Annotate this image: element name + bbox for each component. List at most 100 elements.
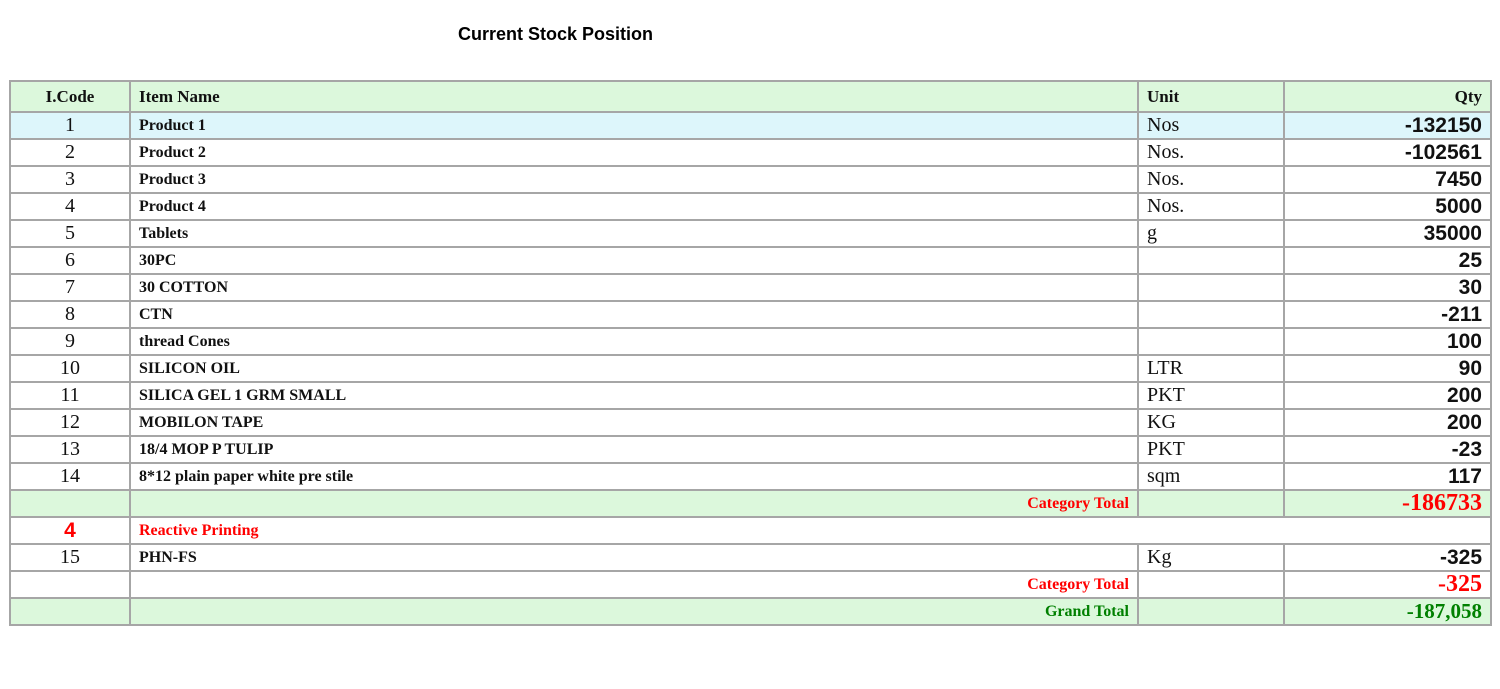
item-name: 18/4 MOP P TULIP xyxy=(129,435,1139,464)
category-total-label: Category Total xyxy=(129,570,1139,599)
item-code: 4 xyxy=(9,192,131,221)
item-qty: -102561 xyxy=(1283,138,1492,167)
item-code: 14 xyxy=(9,462,131,491)
table-row[interactable]: 8 CTN -211 xyxy=(9,300,1492,329)
category-total-value: -325 xyxy=(1283,570,1492,599)
table-row[interactable]: 9 thread Cones 100 xyxy=(9,327,1492,356)
category-code: 4 xyxy=(9,516,131,545)
item-name: MOBILON TAPE xyxy=(129,408,1139,437)
item-code: 12 xyxy=(9,408,131,437)
item-unit xyxy=(1137,246,1285,275)
stock-table: I.Code Item Name Unit Qty 1 Product 1 No… xyxy=(9,80,1492,626)
item-unit xyxy=(1137,327,1285,356)
table-row[interactable]: 7 30 COTTON 30 xyxy=(9,273,1492,302)
grand-total-row: Grand Total -187,058 xyxy=(9,597,1492,626)
category-header-row: 4 Reactive Printing xyxy=(9,516,1492,545)
column-header-code: I.Code xyxy=(9,80,131,113)
item-qty: -325 xyxy=(1283,543,1492,572)
item-name: SILICA GEL 1 GRM SMALL xyxy=(129,381,1139,410)
table-row[interactable]: 10 SILICON OIL LTR 90 xyxy=(9,354,1492,383)
item-qty: 100 xyxy=(1283,327,1492,356)
item-unit: PKT xyxy=(1137,435,1285,464)
item-name: 8*12 plain paper white pre stile xyxy=(129,462,1139,491)
item-code: 15 xyxy=(9,543,131,572)
item-qty: 200 xyxy=(1283,408,1492,437)
item-name: Product 3 xyxy=(129,165,1139,194)
category-total-value: -186733 xyxy=(1283,489,1492,518)
item-qty: 90 xyxy=(1283,354,1492,383)
table-row[interactable]: 15 PHN-FS Kg -325 xyxy=(9,543,1492,572)
item-code: 13 xyxy=(9,435,131,464)
item-unit: KG xyxy=(1137,408,1285,437)
item-unit: Nos xyxy=(1137,111,1285,140)
item-name: thread Cones xyxy=(129,327,1139,356)
item-qty: 117 xyxy=(1283,462,1492,491)
category-name: Reactive Printing xyxy=(129,516,1492,545)
column-header-qty: Qty xyxy=(1283,80,1492,113)
item-qty: -23 xyxy=(1283,435,1492,464)
item-name: Product 4 xyxy=(129,192,1139,221)
empty-cell xyxy=(1137,570,1285,599)
table-row[interactable]: 13 18/4 MOP P TULIP PKT -23 xyxy=(9,435,1492,464)
item-qty: 35000 xyxy=(1283,219,1492,248)
item-name: 30 COTTON xyxy=(129,273,1139,302)
item-unit: Nos. xyxy=(1137,165,1285,194)
item-code: 9 xyxy=(9,327,131,356)
item-unit: LTR xyxy=(1137,354,1285,383)
item-qty: 5000 xyxy=(1283,192,1492,221)
table-row[interactable]: 2 Product 2 Nos. -102561 xyxy=(9,138,1492,167)
item-name: 30PC xyxy=(129,246,1139,275)
item-unit: sqm xyxy=(1137,462,1285,491)
item-qty: -211 xyxy=(1283,300,1492,329)
table-row[interactable]: 6 30PC 25 xyxy=(9,246,1492,275)
table-row[interactable]: 12 MOBILON TAPE KG 200 xyxy=(9,408,1492,437)
table-row[interactable]: 3 Product 3 Nos. 7450 xyxy=(9,165,1492,194)
table-row[interactable]: 14 8*12 plain paper white pre stile sqm … xyxy=(9,462,1492,491)
item-code: 8 xyxy=(9,300,131,329)
item-unit xyxy=(1137,273,1285,302)
item-unit xyxy=(1137,300,1285,329)
item-code: 3 xyxy=(9,165,131,194)
item-code: 11 xyxy=(9,381,131,410)
item-name: CTN xyxy=(129,300,1139,329)
table-header-row: I.Code Item Name Unit Qty xyxy=(9,80,1492,113)
item-code: 5 xyxy=(9,219,131,248)
category-total-row: Category Total -186733 xyxy=(9,489,1492,518)
table-row[interactable]: 4 Product 4 Nos. 5000 xyxy=(9,192,1492,221)
item-code: 7 xyxy=(9,273,131,302)
item-name: SILICON OIL xyxy=(129,354,1139,383)
column-header-unit: Unit xyxy=(1137,80,1285,113)
empty-cell xyxy=(9,489,131,518)
table-row[interactable]: 11 SILICA GEL 1 GRM SMALL PKT 200 xyxy=(9,381,1492,410)
table-row[interactable]: 5 Tablets g 35000 xyxy=(9,219,1492,248)
item-unit: g xyxy=(1137,219,1285,248)
item-unit: Kg xyxy=(1137,543,1285,572)
item-unit: Nos. xyxy=(1137,192,1285,221)
item-code: 6 xyxy=(9,246,131,275)
item-qty: 200 xyxy=(1283,381,1492,410)
empty-cell xyxy=(1137,597,1285,626)
item-name: Product 2 xyxy=(129,138,1139,167)
item-qty: -132150 xyxy=(1283,111,1492,140)
item-unit: Nos. xyxy=(1137,138,1285,167)
item-code: 2 xyxy=(9,138,131,167)
grand-total-value: -187,058 xyxy=(1283,597,1492,626)
table-row[interactable]: 1 Product 1 Nos -132150 xyxy=(9,111,1492,140)
column-header-name: Item Name xyxy=(129,80,1139,113)
item-qty: 7450 xyxy=(1283,165,1492,194)
page-title: Current Stock Position xyxy=(458,24,654,44)
item-qty: 30 xyxy=(1283,273,1492,302)
item-name: Tablets xyxy=(129,219,1139,248)
item-name: Product 1 xyxy=(129,111,1139,140)
item-name: PHN-FS xyxy=(129,543,1139,572)
item-unit: PKT xyxy=(1137,381,1285,410)
empty-cell xyxy=(1137,489,1285,518)
grand-total-label: Grand Total xyxy=(129,597,1139,626)
item-qty: 25 xyxy=(1283,246,1492,275)
item-code: 1 xyxy=(9,111,131,140)
category-total-label: Category Total xyxy=(129,489,1139,518)
empty-cell xyxy=(9,570,131,599)
empty-cell xyxy=(9,597,131,626)
item-code: 10 xyxy=(9,354,131,383)
category-total-row: Category Total -325 xyxy=(9,570,1492,599)
